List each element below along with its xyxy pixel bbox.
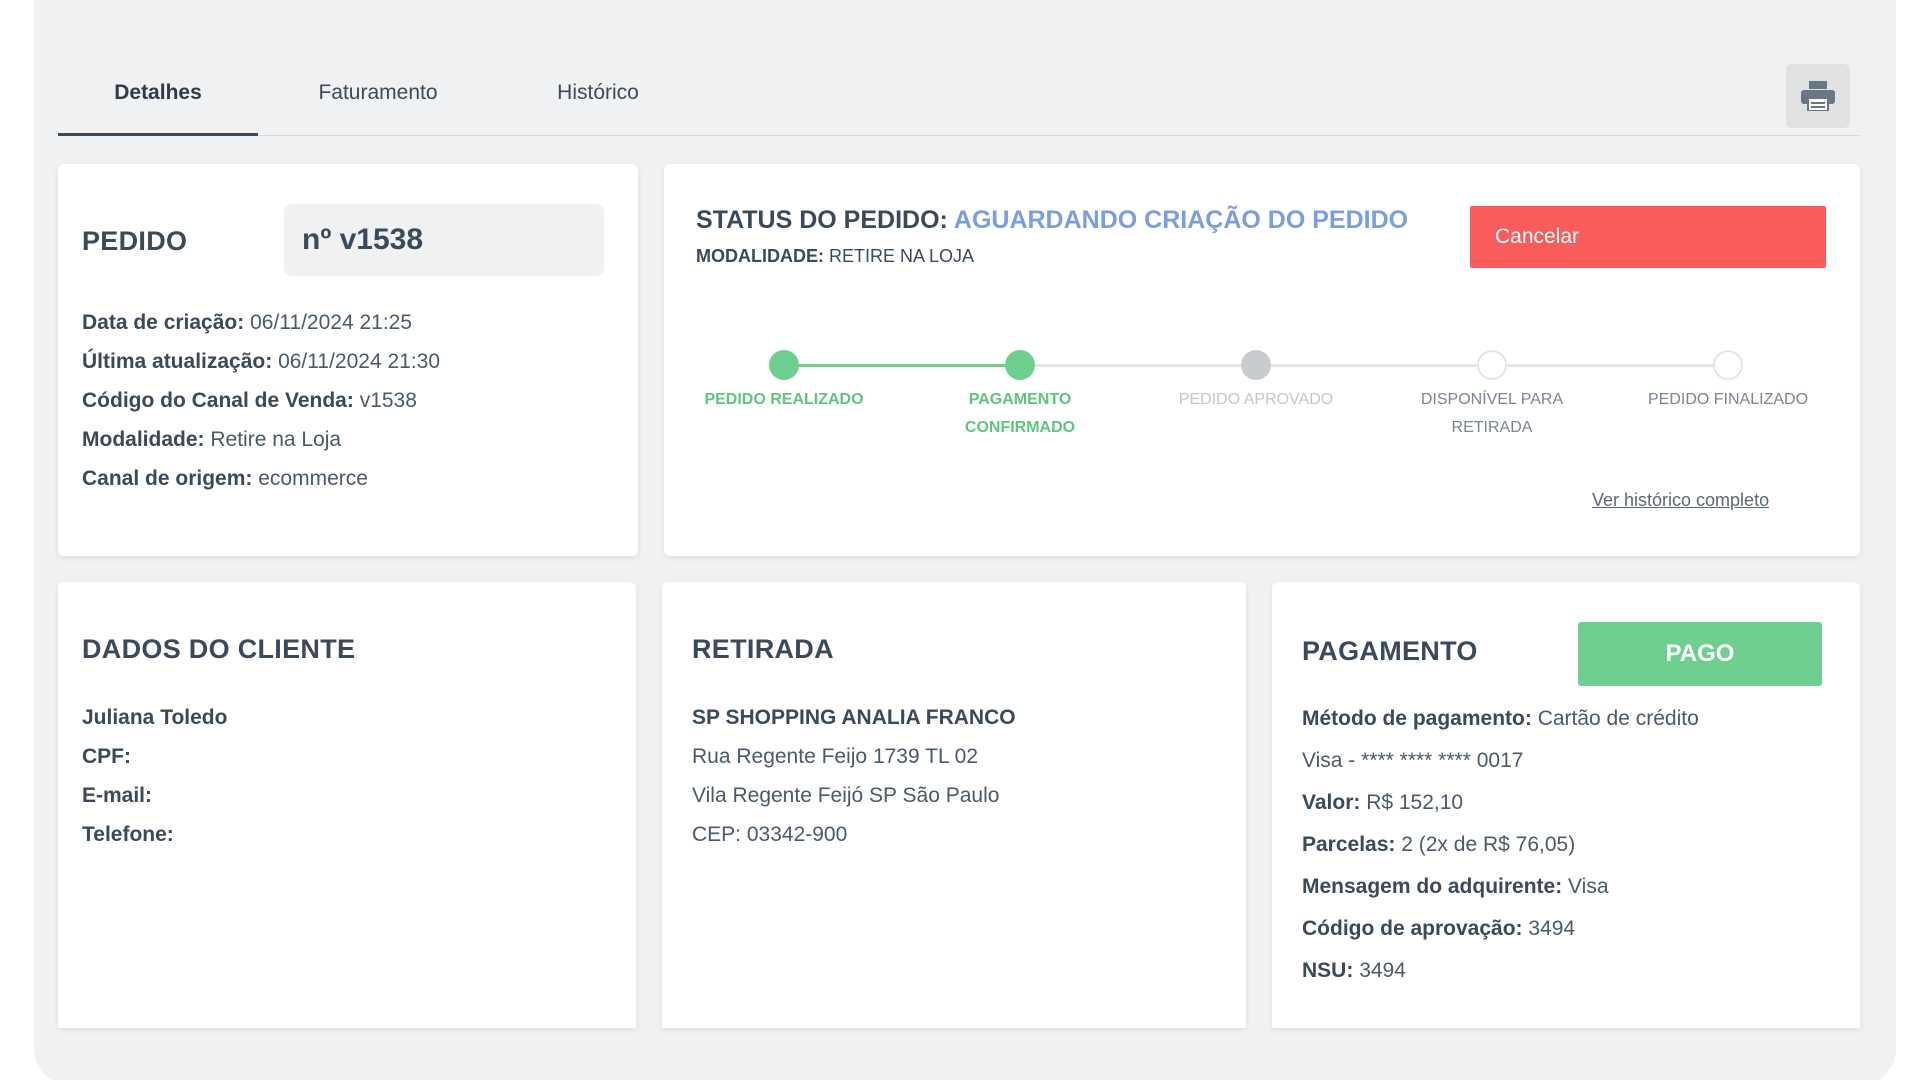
tracker-step-label: PEDIDO APROVADO xyxy=(1146,386,1366,414)
tracker-segment xyxy=(784,364,1020,367)
cliente-card: DADOS DO CLIENTE Juliana Toledo CPF: E-m… xyxy=(58,582,636,1028)
tracker-step-dot xyxy=(1477,350,1507,380)
modalidade-line: MODALIDADE: RETIRE NA LOJA xyxy=(696,246,974,267)
field-metodo-pagamento: Método de pagamento: Cartão de crédito xyxy=(1302,707,1699,730)
tracker-step-label-line1: PEDIDO REALIZADO xyxy=(704,391,864,408)
status-value: AGUARDANDO CRIAÇÃO DO PEDIDO xyxy=(953,206,1409,234)
pagamento-fields: Método de pagamento: Cartão de crédito V… xyxy=(1302,698,1832,992)
tracker-step-dot xyxy=(1241,350,1271,380)
field-nsu: NSU: 3494 xyxy=(1302,959,1406,982)
tracker-step-label-line1: PEDIDO FINALIZADO xyxy=(1647,391,1809,408)
field-data-criacao: Data de criação: 06/11/2024 21:25 xyxy=(82,311,413,334)
tracker-step-label-line1: PAGAMENTO xyxy=(968,391,1072,408)
status-badge: PAGO xyxy=(1578,622,1822,686)
address-line-2: Vila Regente Feijó SP São Paulo xyxy=(692,784,1000,807)
tab-faturamento[interactable]: Faturamento xyxy=(278,60,478,136)
field-ultima-atualizacao: Última atualização: 06/11/2024 21:30 xyxy=(82,350,441,373)
field-telefone: Telefone: xyxy=(82,823,174,846)
cliente-name: Juliana Toledo xyxy=(82,706,228,729)
modalidade-label: MODALIDADE: xyxy=(696,246,824,266)
order-number: nº v1538 xyxy=(284,204,604,276)
tracker-step-dot xyxy=(1713,350,1743,380)
cancel-button[interactable]: Cancelar xyxy=(1470,206,1826,268)
status-label: STATUS DO PEDIDO: xyxy=(696,206,948,234)
cliente-fields: Juliana Toledo CPF: E-mail: Telefone: xyxy=(82,698,612,854)
retirada-title: RETIRADA xyxy=(692,634,834,664)
pagamento-card: PAGAMENTO PAGO Método de pagamento: Cart… xyxy=(1272,582,1860,1028)
field-codigo-canal: Código do Canal de Venda: v1538 xyxy=(82,389,417,412)
field-card-number: Visa - **** **** **** 0017 xyxy=(1302,749,1524,772)
tracker-step-label: PEDIDO FINALIZADO xyxy=(1618,386,1838,414)
status-heading: STATUS DO PEDIDO: AGUARDANDO CRIAÇÃO DO … xyxy=(696,206,1408,235)
tracker-segment xyxy=(1020,364,1256,367)
address-cep: CEP: 03342-900 xyxy=(692,823,848,846)
tracker-segment xyxy=(1256,364,1492,367)
pagamento-title: PAGAMENTO xyxy=(1302,636,1478,666)
modalidade-value: RETIRE NA LOJA xyxy=(829,246,975,266)
tab-bar: Detalhes Faturamento Histórico xyxy=(58,60,1860,136)
tracker-step-dot xyxy=(769,350,799,380)
field-codigo-aprovacao: Código de aprovação: 3494 xyxy=(1302,917,1576,940)
tracker-step-label: PEDIDO REALIZADO xyxy=(674,386,894,414)
tracker-step-dot xyxy=(1005,350,1035,380)
field-modalidade: Modalidade: Retire na Loja xyxy=(82,428,342,451)
tracker-step-label-line1: PEDIDO APROVADO xyxy=(1178,391,1334,408)
page-frame: Detalhes Faturamento Histórico PEDIDO nº… xyxy=(34,0,1896,1080)
field-cpf: CPF: xyxy=(82,745,131,768)
tab-detalhes[interactable]: Detalhes xyxy=(58,60,258,136)
status-card: STATUS DO PEDIDO: AGUARDANDO CRIAÇÃO DO … xyxy=(664,164,1860,556)
retirada-card: RETIRADA SP SHOPPING ANALIA FRANCO Rua R… xyxy=(662,582,1246,1028)
field-valor: Valor: R$ 152,10 xyxy=(1302,791,1464,814)
print-button[interactable] xyxy=(1786,64,1850,128)
store-name: SP SHOPPING ANALIA FRANCO xyxy=(692,706,1016,729)
pedido-fields: Data de criação: 06/11/2024 21:25 Última… xyxy=(82,303,612,498)
tracker-step-label: DISPONÍVEL PARA RETIRADA xyxy=(1382,386,1602,442)
pedido-title: PEDIDO xyxy=(82,226,188,256)
field-mensagem-adquirente: Mensagem do adquirente: Visa xyxy=(1302,875,1609,898)
field-canal-origem: Canal de origem: ecommerce xyxy=(82,467,368,490)
tracker-step-label-line1: DISPONÍVEL PARA RETIRADA xyxy=(1420,391,1564,436)
printer-icon xyxy=(1801,81,1835,111)
ver-historico-link[interactable]: Ver histórico completo xyxy=(1592,490,1769,511)
tracker-segment xyxy=(1492,364,1728,367)
retirada-fields: SP SHOPPING ANALIA FRANCO Rua Regente Fe… xyxy=(692,698,1222,854)
field-email: E-mail: xyxy=(82,784,153,807)
tab-historico[interactable]: Histórico xyxy=(498,60,698,136)
field-parcelas: Parcelas: 2 (2x de R$ 76,05) xyxy=(1302,833,1576,856)
cliente-title: DADOS DO CLIENTE xyxy=(82,634,356,664)
tracker-step-label-line2: CONFIRMADO xyxy=(964,419,1076,436)
pedido-card: PEDIDO nº v1538 Data de criação: 06/11/2… xyxy=(58,164,638,556)
tracker-step-label: PAGAMENTO CONFIRMADO xyxy=(910,386,1130,442)
address-line-1: Rua Regente Feijo 1739 TL 02 xyxy=(692,745,979,768)
